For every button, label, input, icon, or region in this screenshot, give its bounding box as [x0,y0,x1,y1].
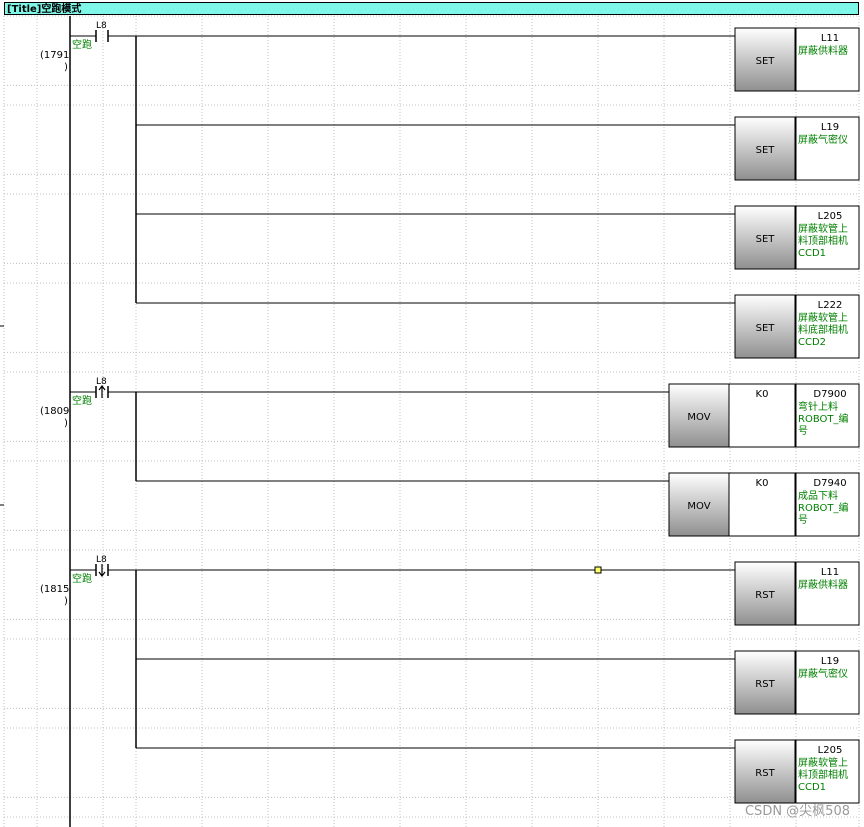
output-comment: 成品下料 [798,489,838,502]
instruction-name: SET [756,234,776,245]
step-number: (1791 [40,50,69,61]
step-number-close: ) [64,62,68,73]
output-comment: CCD1 [798,782,826,793]
source-operand: K0 [756,478,769,489]
step-number: (1815 [40,584,69,595]
contact-device: L8 [96,555,107,565]
output-comment: CCD2 [798,337,826,348]
instruction-name: SET [756,56,776,67]
rungs: (1791)L8空跑SETL11屏蔽供料器SETL19屏蔽气密仪SETL205屏… [40,21,860,804]
contact-device: L8 [96,377,107,387]
output-device: L205 [818,745,843,756]
output-device: L19 [821,656,839,667]
output-comment: 料底部相机 [798,323,848,336]
output-device: L205 [818,211,843,222]
step-number-close: ) [64,596,68,607]
output-comment: ROBOT_编 [798,412,848,425]
output-device: D7900 [813,389,846,400]
output-device: L11 [821,33,839,44]
instruction-name: SET [756,323,776,334]
output-comment: 屏蔽供料器 [798,44,848,57]
contact-comment: 空跑 [72,38,92,51]
output-comment: 屏蔽气密仪 [798,133,848,146]
output-comment: 屏蔽软管上 [798,756,848,769]
output-comment: 屏蔽软管上 [798,222,848,235]
output-comment: 号 [798,514,808,526]
output-comment: 弯针上料 [798,400,838,413]
step-number-close: ) [64,418,68,429]
output-comment: 料顶部相机 [798,768,848,781]
rising-edge-arrow [98,385,106,398]
watermark: CSDN @尖枫508 [744,804,850,819]
rung-block-1: (1791)L8空跑SETL11屏蔽供料器SETL19屏蔽气密仪SETL205屏… [40,21,860,359]
output-comment: CCD1 [798,248,826,259]
output-comment: 屏蔽软管上 [798,311,848,324]
instruction-name: RST [755,768,775,779]
instruction-name: MOV [687,412,710,423]
output-comment: 屏蔽供料器 [798,578,848,591]
rung-block-2: (1809)L8空跑MOVK0 D7900弯针上料ROBOT_编号MOVK0 D79… [40,377,860,537]
output-comment: 号 [798,425,808,437]
step-number: (1809 [40,406,69,417]
output-device: L222 [818,300,843,311]
output-device: L11 [821,567,839,578]
source-operand: K0 [756,389,769,400]
output-device: D7940 [813,478,846,489]
rung-block-3: (1815) L8 空跑 RST L11屏蔽供料器 RST L19屏蔽气密仪 RST L205屏… [40,555,860,804]
cursor-marker[interactable] [594,566,602,574]
output-comment: 屏蔽气密仪 [798,667,848,680]
contact-device: L8 [96,21,107,31]
falling-edge-arrow [98,564,106,577]
power-rails [0,16,71,827]
output-comment: 料顶部相机 [798,234,848,247]
instruction-name: RST [755,679,775,690]
contact-comment: 空跑 [72,572,92,585]
contact-comment: 空跑 [72,394,92,407]
instruction-name: RST [755,590,775,601]
instruction-name: SET [756,145,776,156]
ladder-diagram[interactable]: (1791)L8空跑SETL11屏蔽供料器SETL19屏蔽气密仪SETL205屏… [0,0,864,827]
output-device: L19 [821,122,839,133]
output-comment: ROBOT_编 [798,501,848,514]
instruction-name: MOV [687,501,710,512]
